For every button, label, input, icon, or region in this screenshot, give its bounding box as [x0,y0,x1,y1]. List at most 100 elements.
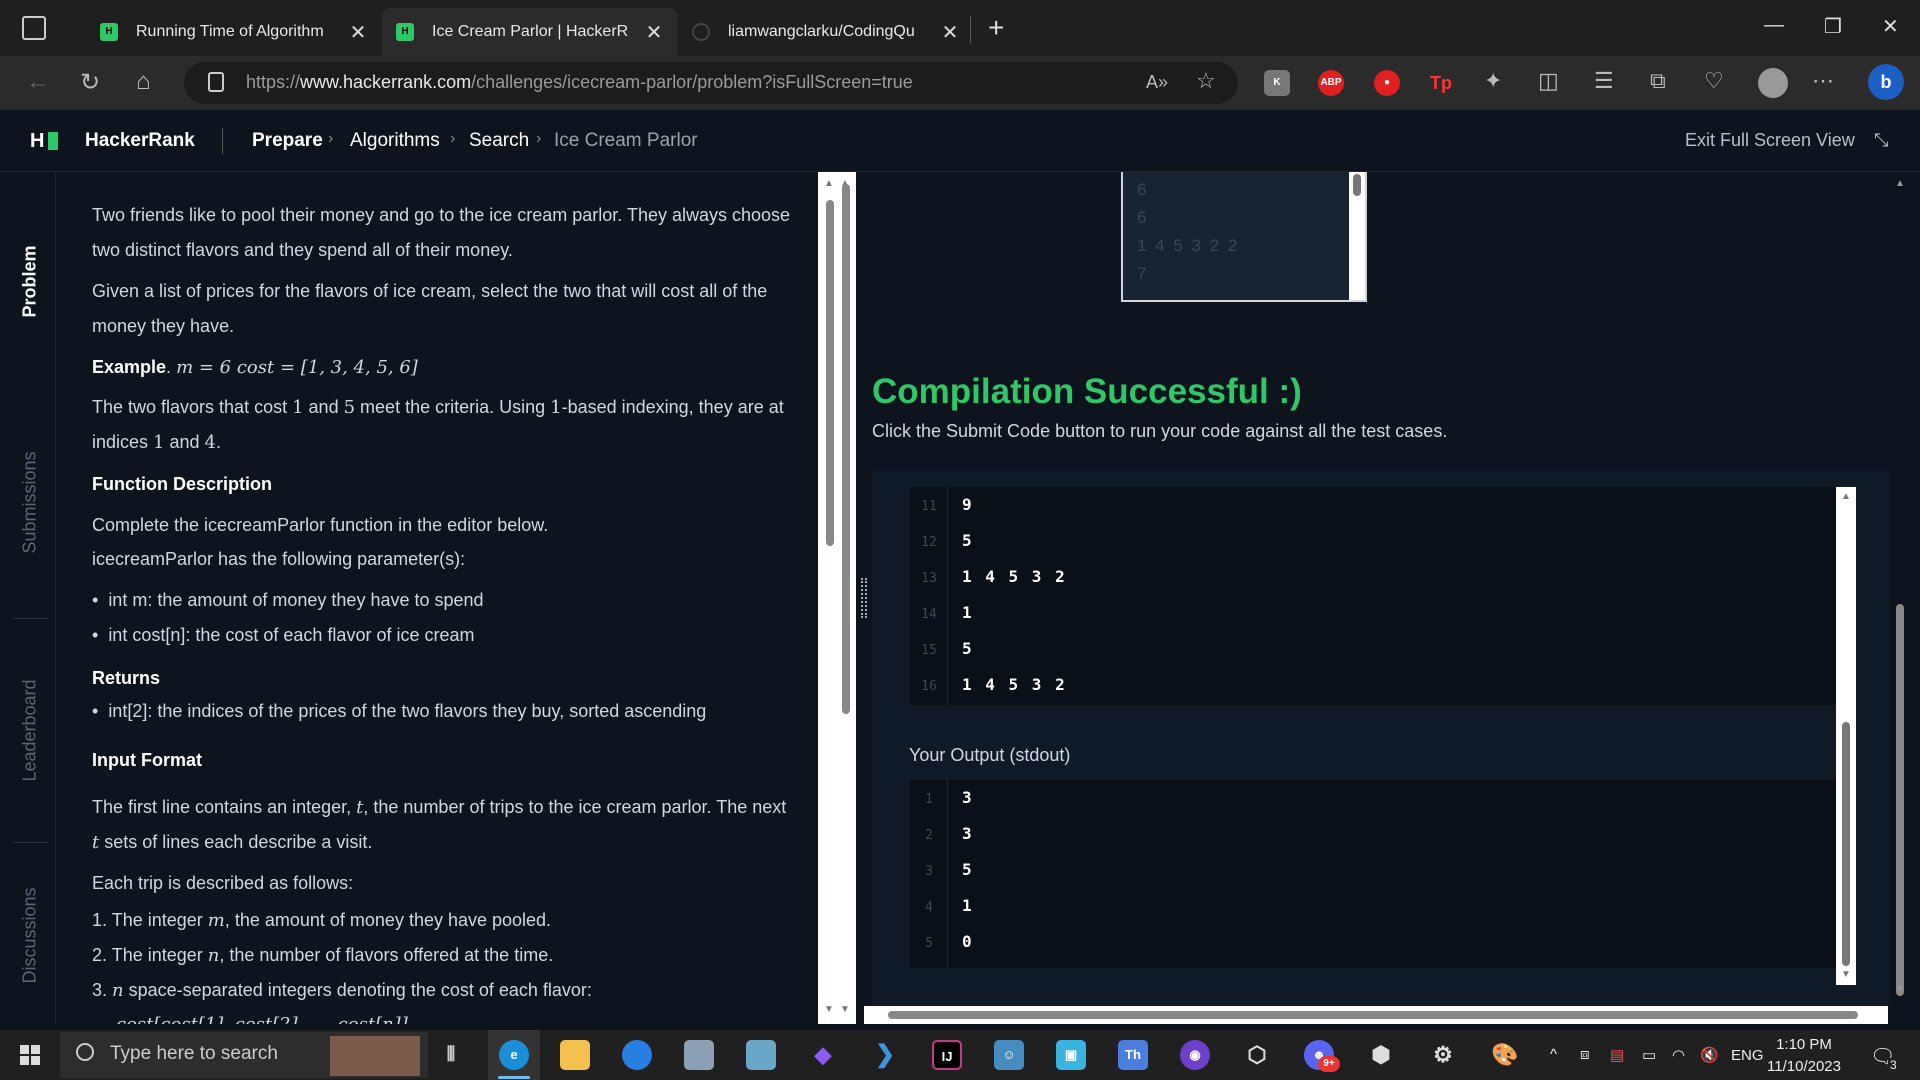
volume-muted-icon[interactable]: 🔇 [1700,1046,1719,1064]
breadcrumb-prepare[interactable]: Prepare [252,130,323,152]
minimize-icon[interactable]: — [1764,14,1784,37]
textarea-scrollbar[interactable] [1349,172,1365,300]
panel-scrollbar[interactable]: ▲ ▼ [1890,172,1910,1002]
unity-hub-icon[interactable]: ⬢ [1366,1040,1396,1070]
intellij-icon[interactable]: IJ [932,1040,962,1070]
collections-icon[interactable]: ⧉ [1650,68,1666,94]
app-notebook-icon[interactable] [746,1040,776,1070]
brand-name[interactable]: HackerRank [85,130,195,152]
side-tab-divider [14,842,48,843]
textarea-line: 7 [1137,264,1149,283]
tray-chevron-up-icon[interactable]: ^ [1550,1046,1557,1063]
refresh-icon[interactable]: ↻ [80,68,100,97]
battery-icon[interactable]: ▭ [1642,1046,1656,1064]
scroll-thumb[interactable] [1353,174,1361,196]
tab-submissions[interactable]: Submissions [6,392,55,612]
godot-icon[interactable]: ☺ [994,1040,1024,1070]
problem-scrollbar[interactable]: ▲ ▲ ▼ ▼ [818,172,856,1024]
read-aloud-icon[interactable]: A» [1146,72,1168,93]
list-item: 3. n space-separated integers denoting t… [92,980,592,1001]
favorites-list-icon[interactable]: ☰ [1594,68,1614,94]
breadcrumb-algorithms[interactable]: Algorithms [350,130,440,152]
lock-icon[interactable] [208,72,224,92]
custom-input-textarea[interactable]: 6 6 1 4 5 3 2 2 7 [1121,172,1367,302]
edge-browser-icon[interactable]: e [499,1040,529,1070]
task-view-icon[interactable]: ⫴ [436,1040,466,1070]
horizontal-scrollbar[interactable] [864,1006,1888,1024]
breadcrumb-search[interactable]: Search [469,130,529,152]
profile-avatar-icon[interactable] [1758,68,1788,98]
tab-actions-icon[interactable] [22,16,46,40]
search-highlight-image-icon[interactable] [330,1036,420,1076]
scroll-down-arrow-icon[interactable]: ▼ [840,1004,850,1015]
scroll-down-arrow-icon[interactable]: ▼ [1841,969,1851,980]
scroll-thumb[interactable] [888,1011,1858,1019]
adblock-plus-icon[interactable]: ABP [1318,70,1344,96]
result-scrollbar[interactable]: ▲ ▼ [1836,487,1856,985]
clock-time: 1:10 PM [1776,1036,1832,1053]
close-tab-icon[interactable]: ✕ [940,20,960,45]
more-menu-icon[interactable]: ⋯ [1812,68,1834,94]
exit-fullscreen-link[interactable]: Exit Full Screen View [1685,130,1855,151]
extensions-puzzle-icon[interactable]: ✦ [1484,68,1502,94]
back-arrow-icon[interactable]: ← [26,68,50,96]
breadcrumb-current: Ice Cream Parlor [554,130,698,151]
github-desktop-icon[interactable]: ◉ [1180,1040,1210,1070]
wifi-icon[interactable]: ◠ [1672,1046,1685,1064]
app-swirl-icon[interactable] [622,1040,652,1070]
close-window-icon[interactable]: ✕ [1882,14,1899,39]
drag-handle-icon[interactable] [861,578,867,618]
app-cube-icon[interactable]: ▣ [1056,1040,1086,1070]
tray-app-icon[interactable]: ⧈ [1580,1046,1590,1063]
settings-gear-icon[interactable]: ⚙ [1428,1040,1458,1070]
panel-splitter[interactable] [856,172,872,1024]
browser-tab-running-time[interactable]: H Running Time of Algorithm ✕ [86,8,382,56]
url-text[interactable]: https://www.hackerrank.com/challenges/ic… [246,72,913,93]
split-screen-icon[interactable]: ◫ [1538,68,1559,94]
paint-icon[interactable]: 🎨 [1490,1040,1520,1070]
input-code-block: 11 9 12 5 13 1 4 5 3 2 14 1 15 5 16 1 4 5 3 2 [910,487,1836,705]
tab-problem[interactable]: Problem [6,172,55,390]
scroll-up-arrow-icon[interactable]: ▲ [1841,491,1851,502]
scroll-thumb[interactable] [1896,604,1904,996]
scroll-down-arrow-icon[interactable]: ▼ [824,1004,834,1015]
extension-red-icon[interactable]: ● [1374,70,1400,96]
extension-k-icon[interactable]: K [1264,70,1290,96]
scroll-down-arrow-icon[interactable]: ▼ [1895,984,1905,995]
vscode-icon[interactable]: ❯ [870,1040,900,1070]
close-tab-icon[interactable]: ✕ [348,20,368,45]
extension-tp-icon[interactable]: Tp [1428,70,1454,96]
hackerrank-logo-icon[interactable]: H [30,131,58,151]
taskbar-search-placeholder[interactable]: Type here to search [110,1043,278,1065]
browser-tab-ice-cream[interactable]: H Ice Cream Parlor | HackerR ✕ [382,8,678,56]
scroll-thumb[interactable] [842,184,850,714]
input-format-text: The first line contains an integer, t, t… [92,797,787,853]
home-icon[interactable]: ⌂ [136,68,151,96]
collapse-icon[interactable]: ⤡ [1874,130,1888,151]
file-explorer-icon[interactable] [560,1040,590,1070]
scroll-thumb[interactable] [826,200,834,546]
close-tab-icon[interactable]: ✕ [644,20,664,45]
header-divider [222,128,223,154]
bing-copilot-icon[interactable]: b [1868,64,1904,100]
new-tab-plus-icon[interactable]: + [988,12,1004,44]
tray-monitor-icon[interactable]: ▤ [1610,1046,1624,1064]
tab-leaderboard[interactable]: Leaderboard [6,620,55,840]
windows-start-icon[interactable] [20,1045,40,1065]
browser-health-icon[interactable]: ♡ [1704,68,1724,94]
app-window-icon[interactable] [684,1040,714,1070]
scroll-up-arrow-icon[interactable]: ▲ [1895,178,1905,189]
scroll-thumb[interactable] [1842,722,1850,966]
scroll-up-arrow-icon[interactable]: ▲ [824,178,834,189]
language-indicator[interactable]: ENG [1731,1047,1764,1064]
obsidian-icon[interactable]: ◆ [808,1040,838,1070]
browser-tab-github[interactable]: liamwangclarku/CodingQu ✕ [678,8,974,56]
breadcrumb-chevron-icon: › [536,130,542,147]
input-format-heading: Input Format [92,750,202,770]
clock[interactable]: 1:10 PM 11/10/2023 [1762,1034,1846,1078]
unity-icon[interactable]: ⬡ [1242,1040,1272,1070]
thonny-icon[interactable]: Th [1118,1040,1148,1070]
restore-icon[interactable]: ❐ [1824,14,1842,39]
tab-discussions[interactable]: Discussions [6,846,55,1024]
favorite-star-icon[interactable]: ☆ [1196,68,1216,94]
